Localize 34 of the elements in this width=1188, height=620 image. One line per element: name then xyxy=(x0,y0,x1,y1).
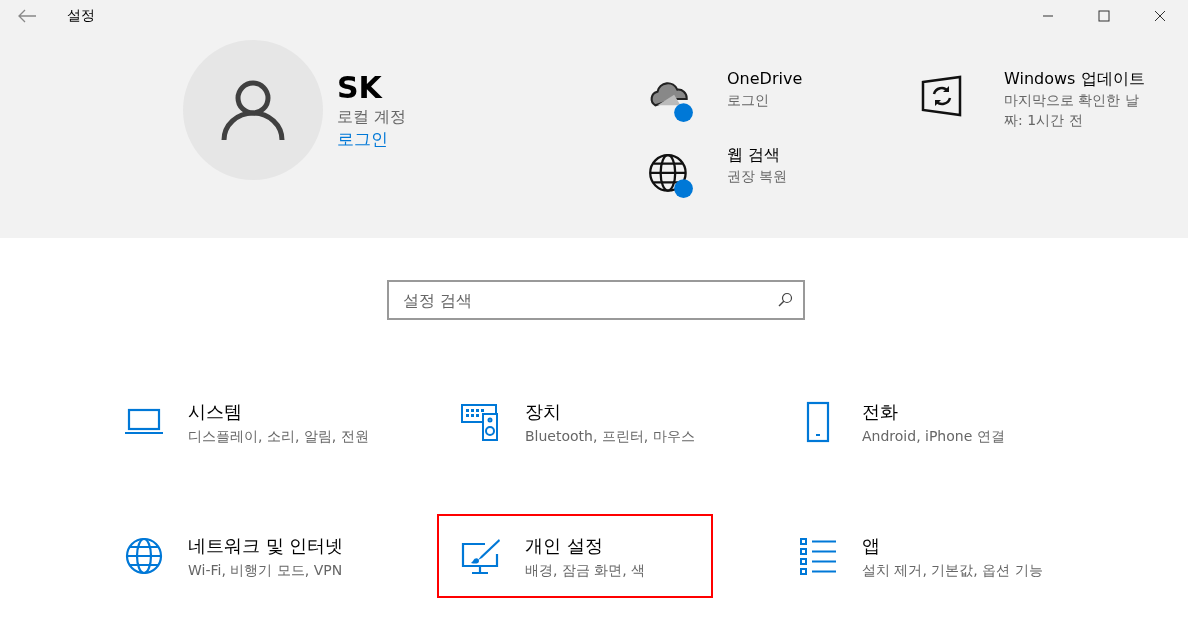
service-subtitle: 로그인 xyxy=(727,91,770,110)
update-status: 마지막으로 확인한 날짜: 1시간 전 xyxy=(1004,91,1140,130)
category-description: Android, iPhone 연결 xyxy=(862,427,1005,446)
category-description: 디스플레이, 소리, 알림, 전원 xyxy=(188,427,369,446)
account-type: 로컬 계정 xyxy=(337,107,407,128)
category-item[interactable]: 장치 Bluetooth, 프린터, 마우스 xyxy=(437,380,717,464)
category-title: 네트워크 및 인터넷 xyxy=(188,534,344,558)
maximize-icon[interactable] xyxy=(1098,10,1110,22)
service-subtitle: 권장 복원 xyxy=(727,167,788,186)
update-title[interactable]: Windows 업데이트 xyxy=(1004,68,1154,90)
category-title: 전화 xyxy=(862,400,899,424)
account-name: SK xyxy=(337,69,384,107)
category-item[interactable]: 시스템 디스플레이, 소리, 알림, 전원 xyxy=(100,380,391,464)
category-item[interactable]: 앱 설치 제거, 기본값, 옵션 기능 xyxy=(774,514,1065,598)
service-title[interactable]: OneDrive xyxy=(727,68,803,90)
category-description: 배경, 잠금 화면, 색 xyxy=(525,561,646,580)
category-title: 장치 xyxy=(525,400,562,424)
category-item[interactable]: 전화 Android, iPhone 연결 xyxy=(774,380,1050,464)
category-title: 시스템 xyxy=(188,400,243,424)
category-description: Bluetooth, 프린터, 마우스 xyxy=(525,427,695,446)
category-description: Wi-Fi, 비행기 모드, VPN xyxy=(188,561,344,580)
category-title: 개인 설정 xyxy=(525,534,604,558)
category-item[interactable]: 네트워크 및 인터넷 Wi-Fi, 비행기 모드, VPN xyxy=(100,514,376,598)
category-title: 앱 xyxy=(862,534,881,558)
highlighted-category[interactable]: 개인 설정 배경, 잠금 화면, 색 xyxy=(437,514,713,598)
service-title[interactable]: 웹 검색 xyxy=(727,144,788,166)
close-icon[interactable] xyxy=(1154,10,1166,22)
back-arrow-icon[interactable] xyxy=(17,9,37,23)
category-description: 설치 제거, 기본값, 옵션 기능 xyxy=(862,561,1043,580)
search-icon xyxy=(777,292,793,308)
search-field[interactable]: 설정 검색 xyxy=(387,280,805,320)
update-icon xyxy=(920,74,964,118)
sign-in-link[interactable]: 로그인 xyxy=(337,128,388,151)
window-title: 설정 xyxy=(67,7,96,25)
